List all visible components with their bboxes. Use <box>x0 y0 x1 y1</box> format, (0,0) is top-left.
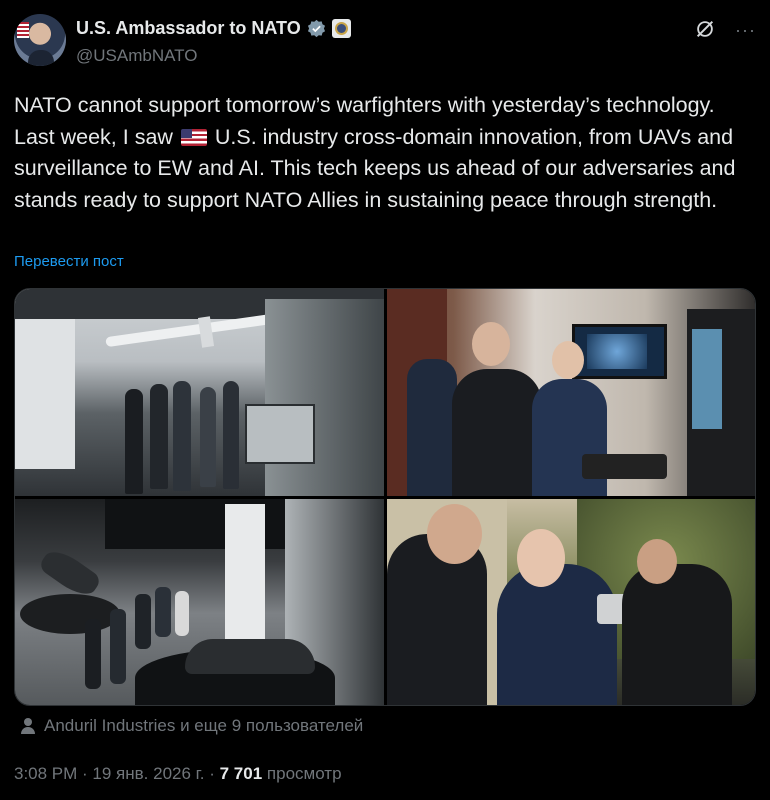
handle[interactable]: @USAmbNATO <box>76 46 197 66</box>
hangar-drone-display-photo[interactable] <box>15 289 384 496</box>
meeting-room-screen-photo[interactable] <box>387 289 755 496</box>
tagged-users[interactable]: Anduril Industries и еще 9 пользователей <box>20 716 363 736</box>
verified-badge-icon[interactable] <box>307 19 326 38</box>
meta-separator: · <box>77 764 93 783</box>
tagged-users-label[interactable]: Anduril Industries и еще 9 пользователей <box>44 716 363 736</box>
tweet-date[interactable]: 19 янв. 2026 г. <box>92 764 204 783</box>
us-flag-icon <box>180 128 207 146</box>
person-icon <box>21 718 35 734</box>
views-label: просмотр <box>266 764 342 783</box>
tweet-meta: 3:08 PM · 19 янв. 2026 г. · 7 701 просмо… <box>14 764 342 784</box>
flag-decoration <box>17 22 29 38</box>
tweet-header: U.S. Ambassador to NATO @USAmbNATO ··· <box>14 14 756 70</box>
translate-post-link[interactable]: Перевести пост <box>14 253 124 270</box>
tweet-time[interactable]: 3:08 PM <box>14 764 77 783</box>
factory-floor-tour-photo[interactable] <box>15 499 384 705</box>
media-grid <box>14 288 756 706</box>
name-row: U.S. Ambassador to NATO <box>76 18 351 39</box>
us-mission-seal-icon[interactable] <box>331 19 351 38</box>
views-count: 7 701 <box>219 764 263 783</box>
grok-icon[interactable] <box>694 18 716 40</box>
avatar[interactable] <box>14 14 66 66</box>
more-options-button[interactable]: ··· <box>735 20 756 41</box>
display-name[interactable]: U.S. Ambassador to NATO <box>76 18 301 39</box>
avatar-suit <box>28 50 54 66</box>
tweet-text: NATO cannot support tomorrow’s warfighte… <box>14 90 754 216</box>
outdoor-drone-demo-photo[interactable] <box>387 499 755 705</box>
meta-separator-2: · <box>204 764 220 783</box>
